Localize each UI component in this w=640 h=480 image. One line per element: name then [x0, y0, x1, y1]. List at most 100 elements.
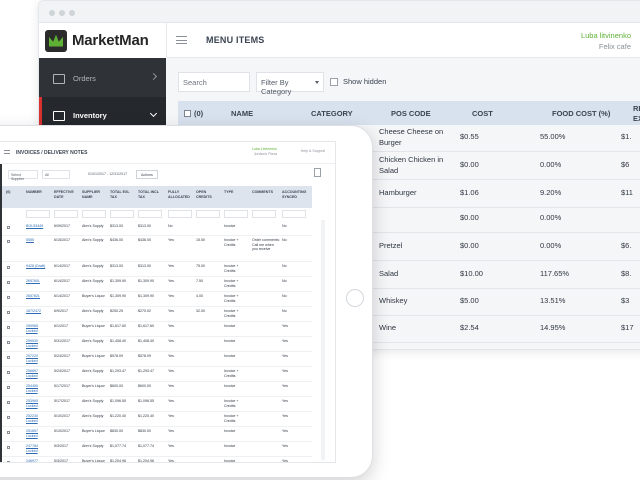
invoice-header-cell[interactable]: EFFECTIVE DATE	[54, 190, 78, 199]
invoice-header-cell[interactable]: COMMENTS	[252, 190, 276, 195]
date-range-picker[interactable]: 01/01/2017 - 12/31/2017	[86, 170, 132, 179]
status-select[interactable]: All	[42, 170, 70, 179]
invoice-num-cell[interactable]: 259530 Locked	[26, 339, 50, 348]
invoice-num-cell[interactable]: 265760L	[26, 279, 50, 284]
row-checkbox[interactable]	[7, 341, 10, 344]
user-name[interactable]: Luba litvinenko	[581, 31, 631, 40]
row-checkbox[interactable]	[7, 226, 10, 229]
row-checkbox[interactable]	[7, 401, 10, 404]
invoice-row[interactable]: 256897 Locked 5/24/2017 Alex's Supply $1,29…	[2, 367, 312, 382]
document-icon[interactable]	[314, 168, 321, 177]
invoice-num-cell[interactable]: 246977 Locked	[26, 459, 50, 462]
invoice-row[interactable]: 265760L 6/14/2017 Alex's Supply $1,309.90 $1…	[2, 277, 312, 292]
column-filter-input[interactable]	[168, 210, 192, 218]
row-checkbox[interactable]	[7, 416, 10, 419]
sidebar-item-orders[interactable]: Orders	[39, 60, 166, 97]
header-cost[interactable]: COST	[472, 109, 493, 118]
invoice-row[interactable]: 167/2472 6/9/2017 Alex's Supply $250.25 $270…	[2, 307, 312, 322]
row-checkbox[interactable]	[7, 431, 10, 434]
invoice-num-cell[interactable]: 9428 (Draft)	[26, 264, 50, 269]
logo[interactable]: MarketMan	[39, 23, 166, 58]
row-checkbox[interactable]	[7, 296, 10, 299]
invoice-row[interactable]: 257220 Locked 5/24/2017 Buyer's Liquor $578…	[2, 352, 312, 367]
tablet-user-name[interactable]: Luba Litvinenko	[252, 147, 277, 151]
header-ex[interactable]: EX	[633, 114, 640, 123]
supplier-select[interactable]: Select Supplier	[8, 170, 38, 181]
invoice-header-cell[interactable]: FULLY ALLOCATED	[168, 190, 192, 199]
invoice-row[interactable]: 265782L 6/14/2017 Buyer's Liquor $1,309.90 $…	[2, 292, 312, 307]
invoice-row[interactable]: 5555 6/15/2017 Alex's Supply $436.00 $436.00…	[2, 236, 312, 262]
row-checkbox[interactable]	[7, 281, 10, 284]
invoice-num-cell[interactable]: 254450 Locked	[26, 384, 50, 393]
window-close-dot[interactable]	[49, 10, 55, 16]
category-filter-select[interactable]: Filter By Category	[256, 72, 324, 96]
invoice-row[interactable]: 246977 Locked 5/3/2017 Buyer's Liquor $1,20…	[2, 457, 312, 462]
invoice-row[interactable]: BOL53449 6/09/2017 Alex's Supply $313.00 $31…	[2, 222, 312, 236]
invoice-header-cell[interactable]: TOTAL INCL TAX	[138, 190, 162, 199]
column-filter-input[interactable]	[252, 210, 276, 218]
invoice-header-cell[interactable]: TYPE	[224, 190, 248, 195]
invoice-row[interactable]: 251657 Locked 5/10/2017 Buyer's Liquor $830…	[2, 427, 312, 442]
help-support-link[interactable]: Help & Support	[301, 149, 325, 153]
invoice-row[interactable]: 254450 Locked 5/17/2017 Buyer's Liquor $600…	[2, 382, 312, 397]
window-minimize-dot[interactable]	[59, 10, 65, 16]
header-pos-code[interactable]: POS CODE	[391, 109, 431, 118]
header-re[interactable]: RE	[633, 104, 640, 113]
invoice-num-cell[interactable]: 251657 Locked	[26, 429, 50, 438]
invoice-num-cell[interactable]: 167/2472	[26, 309, 50, 314]
column-filter-input[interactable]	[82, 210, 106, 218]
window-maximize-dot[interactable]	[69, 10, 75, 16]
table-scrollbar[interactable]	[321, 220, 325, 460]
invoice-sup-cell: Alex's Supply	[82, 414, 104, 418]
row-checkbox[interactable]	[7, 240, 10, 243]
invoice-num-cell[interactable]: 259965 Locked	[26, 324, 50, 333]
invoice-header-cell[interactable]: TOTAL EXL TAX	[110, 190, 134, 199]
hamburger-menu-icon[interactable]	[4, 150, 10, 154]
row-checkbox[interactable]	[7, 461, 10, 462]
header-food-cost[interactable]: FOOD COST (%)	[552, 109, 610, 118]
invoice-header-cell[interactable]: SUPPLIER NAME	[82, 190, 106, 199]
invoice-num-cell[interactable]: BOL53449	[26, 224, 50, 229]
search-input[interactable]: Search	[178, 72, 250, 92]
select-all-checkbox[interactable]	[184, 110, 191, 117]
invoice-num-cell[interactable]: 5555	[26, 238, 50, 243]
show-hidden-toggle[interactable]: Show hidden	[330, 77, 386, 86]
invoice-row[interactable]: 259530 Locked 5/31/2017 Alex's Supply $1,40…	[2, 337, 312, 352]
invoice-num-cell[interactable]: 257220 Locked	[26, 354, 50, 363]
invoice-sup-cell: Alex's Supply	[82, 399, 104, 403]
show-hidden-checkbox[interactable]	[330, 77, 338, 86]
invoice-num-cell[interactable]: 253965 Locked	[26, 399, 50, 408]
column-filter-input[interactable]	[196, 210, 220, 218]
column-filter-input[interactable]	[138, 210, 162, 218]
hamburger-menu-icon[interactable]	[176, 36, 187, 44]
invoice-num-cell[interactable]: 256897 Locked	[26, 369, 50, 378]
invoice-row[interactable]: 247784 Locked 5/3/2017 Alex's Supply $1,077…	[2, 442, 312, 457]
invoice-row[interactable]: 259965 Locked 6/1/2017 Buyer's Liquor $1,61…	[2, 322, 312, 337]
invoice-row[interactable]: 253965 Locked 5/17/2017 Alex's Supply $1,09…	[2, 397, 312, 412]
invoice-header-cell[interactable]: OPEN CREDITS	[196, 190, 220, 199]
invoice-row[interactable]: 9428 (Draft) 6/14/2017 Alex's Supply $313.0…	[2, 262, 312, 277]
header-category[interactable]: CATEGORY	[311, 109, 353, 118]
row-checkbox[interactable]	[7, 356, 10, 359]
column-filter-input[interactable]	[110, 210, 134, 218]
header-name[interactable]: NAME	[231, 109, 253, 118]
row-checkbox[interactable]	[7, 311, 10, 314]
row-checkbox[interactable]	[7, 326, 10, 329]
invoice-num-cell[interactable]: 252230 Locked	[26, 414, 50, 423]
actions-button[interactable]: Actions	[136, 170, 158, 179]
column-filter-input[interactable]	[282, 210, 306, 218]
invoice-row[interactable]: 252230 Locked 5/10/2017 Alex's Supply $1,22…	[2, 412, 312, 427]
column-filter-input[interactable]	[54, 210, 78, 218]
invoice-num-cell[interactable]: 265782L	[26, 294, 50, 299]
invoice-num-cell[interactable]: 247784 Locked	[26, 444, 50, 453]
column-filter-input[interactable]	[224, 210, 248, 218]
invoice-sup-cell: Buyer's Liquor	[82, 324, 105, 328]
invoice-header-cell[interactable]: ACCOUNTING SYNCED	[282, 190, 306, 199]
row-checkbox[interactable]	[7, 386, 10, 389]
column-filter-input[interactable]	[26, 210, 50, 218]
row-checkbox[interactable]	[7, 446, 10, 449]
invoice-header-cell[interactable]: NUMBER	[26, 190, 50, 195]
row-checkbox[interactable]	[7, 266, 10, 269]
row-checkbox[interactable]	[7, 371, 10, 374]
home-button[interactable]	[346, 289, 364, 307]
